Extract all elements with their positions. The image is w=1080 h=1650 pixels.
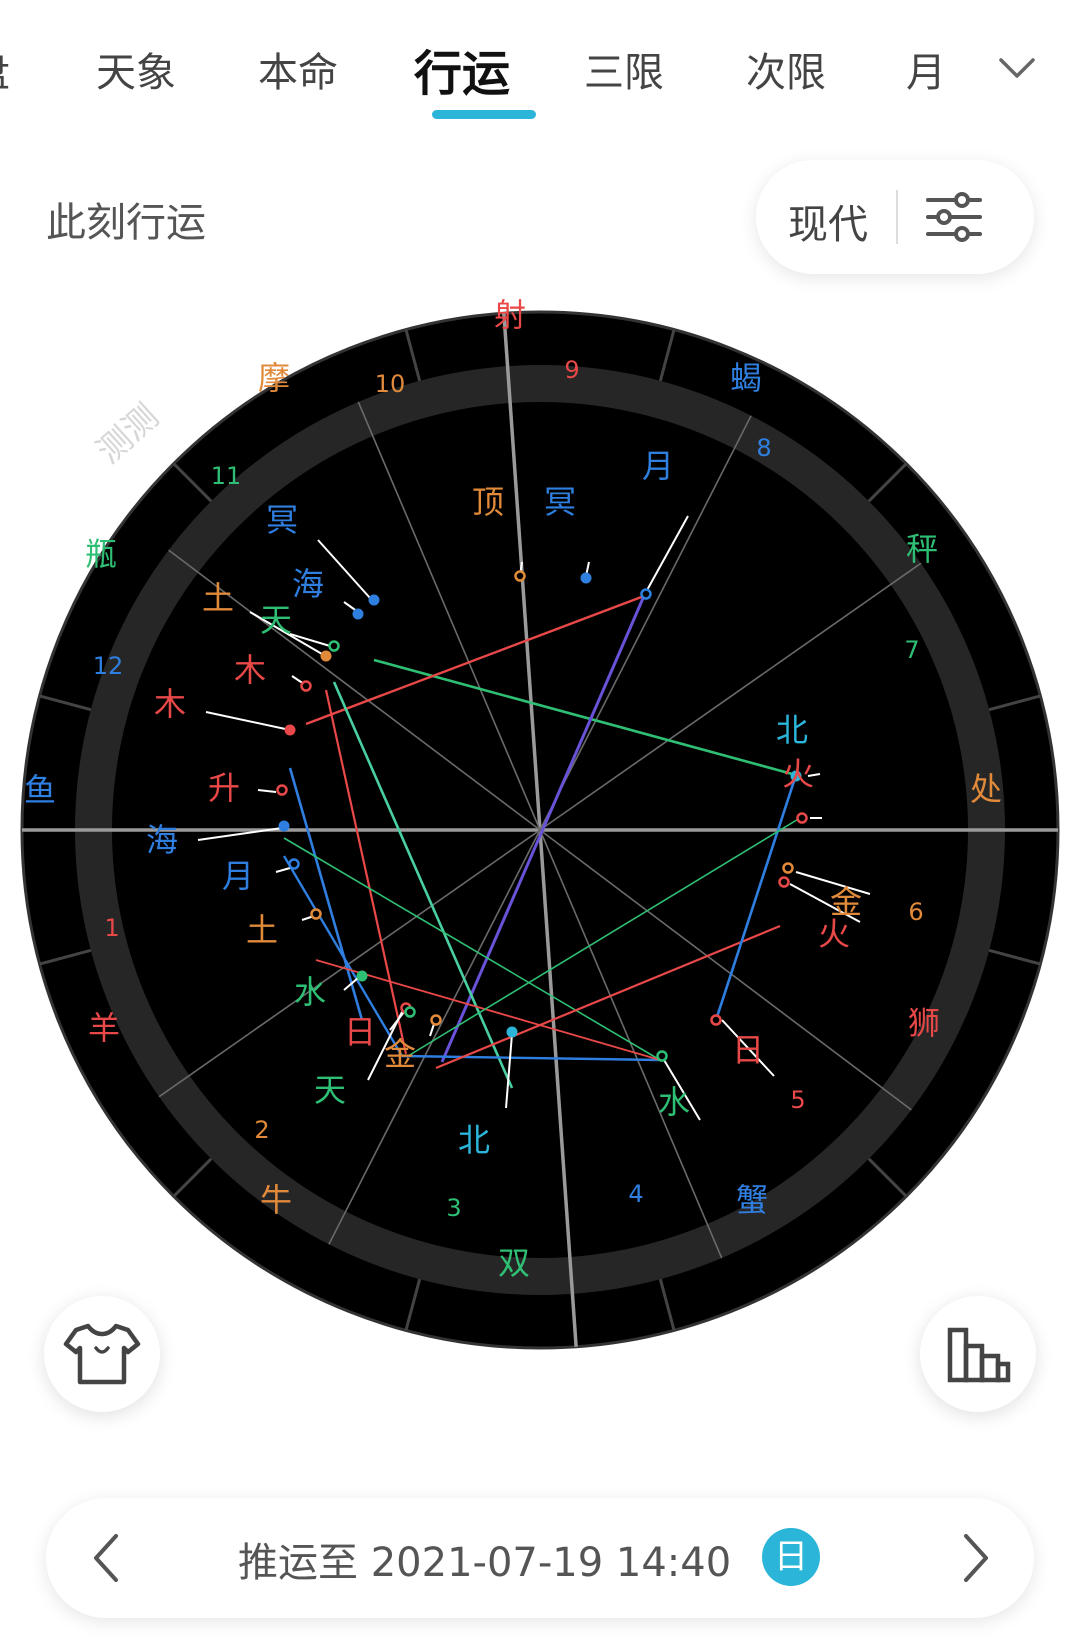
house-number: 8 bbox=[756, 434, 771, 462]
house-number: 12 bbox=[93, 652, 124, 680]
planet-label: 升 bbox=[208, 769, 240, 807]
planet-label: 天 bbox=[260, 601, 292, 639]
house-number: 1 bbox=[104, 914, 119, 942]
house-number: 10 bbox=[375, 370, 406, 398]
planet-label: 北 bbox=[776, 711, 808, 749]
house-number: 11 bbox=[211, 462, 242, 490]
pill-divider bbox=[896, 190, 898, 244]
chart-mode-pill: 现代 bbox=[756, 160, 1034, 274]
tab-cixian[interactable]: 次限 bbox=[746, 40, 826, 98]
chevron-down-icon[interactable] bbox=[997, 56, 1037, 82]
house-number: 4 bbox=[628, 1180, 643, 1208]
sign-label: 狮 bbox=[908, 1004, 940, 1042]
chart-mode-button[interactable]: 现代 bbox=[788, 192, 868, 250]
watermark-text: 测测 bbox=[89, 396, 166, 471]
sliders-icon[interactable] bbox=[924, 190, 984, 244]
tab-benming[interactable]: 本命 bbox=[258, 40, 338, 98]
planet-label: 冥 bbox=[266, 501, 298, 539]
sign-label: 鱼 bbox=[24, 771, 56, 809]
planet-label: 北 bbox=[458, 1121, 490, 1159]
tab-tianxiang[interactable]: 天象 bbox=[96, 40, 176, 98]
theme-button[interactable] bbox=[44, 1296, 160, 1412]
transit-datetime: 2021-07-19 14:40 bbox=[370, 1540, 732, 1586]
planet-label: 火 bbox=[782, 755, 814, 793]
sign-label: 羊 bbox=[88, 1009, 120, 1047]
house-number: 7 bbox=[904, 636, 919, 664]
sign-label: 双 bbox=[498, 1244, 530, 1282]
tshirt-icon bbox=[63, 1323, 141, 1385]
planet-label: 月 bbox=[222, 857, 254, 895]
sign-label: 摩 bbox=[258, 359, 290, 397]
planet-label: 金 bbox=[384, 1035, 416, 1073]
planet-label: 土 bbox=[246, 911, 278, 949]
planet-label: 顶 bbox=[472, 483, 504, 521]
sign-label: 牛 bbox=[260, 1181, 292, 1219]
house-number: 2 bbox=[254, 1116, 269, 1144]
planet-label: 天 bbox=[314, 1071, 346, 1109]
planet-label: 海 bbox=[292, 565, 324, 603]
planet-label: 冥 bbox=[544, 483, 576, 521]
transit-prefix: 推运至 bbox=[238, 1540, 358, 1586]
tab-xingyun[interactable]: 行运 bbox=[414, 34, 510, 104]
tab-pan[interactable]: 盘 bbox=[0, 40, 10, 98]
bar-chart-icon bbox=[947, 1327, 1011, 1383]
planet-label: 月 bbox=[642, 447, 674, 485]
step-unit-badge[interactable]: 日 bbox=[762, 1528, 820, 1586]
sign-label: 处 bbox=[970, 770, 1002, 808]
sign-label: 蝎 bbox=[730, 359, 762, 397]
page-subtitle: 此刻行运 bbox=[46, 200, 206, 246]
planet-label: 海 bbox=[146, 821, 178, 859]
house-number: 5 bbox=[790, 1086, 805, 1114]
planet-label: 日 bbox=[732, 1031, 764, 1069]
transit-date-label[interactable]: 推运至 2021-07-19 14:40 bbox=[238, 1530, 731, 1588]
top-tab-bar: 盘 天象 本命 行运 三限 次限 月 bbox=[0, 0, 1080, 130]
astrology-chart-wheel[interactable]: 测测 射蝎秤处狮蟹双牛羊鱼瓶摩 123 456789101112 顶冥月冥海土天木… bbox=[0, 290, 1080, 1370]
house-number: 9 bbox=[564, 356, 579, 384]
sign-label: 秤 bbox=[906, 530, 938, 568]
stats-button[interactable] bbox=[920, 1296, 1036, 1412]
tab-sanxian[interactable]: 三限 bbox=[584, 40, 664, 98]
planet-label: 水 bbox=[658, 1083, 690, 1121]
planet-label: 木 bbox=[234, 651, 266, 689]
planet-label: 火 bbox=[818, 915, 850, 953]
chevron-left-icon[interactable] bbox=[88, 1528, 124, 1588]
transit-date-bar: 推运至 2021-07-19 14:40 日 bbox=[46, 1498, 1034, 1618]
sign-label: 蟹 bbox=[736, 1181, 768, 1219]
sign-label: 瓶 bbox=[85, 535, 117, 573]
planet-label: 日 bbox=[344, 1013, 376, 1051]
planet-label: 土 bbox=[202, 579, 234, 617]
house-number: 6 bbox=[908, 898, 923, 926]
sign-label: 射 bbox=[494, 296, 526, 334]
active-tab-indicator bbox=[432, 110, 536, 119]
chevron-right-icon[interactable] bbox=[958, 1528, 994, 1588]
planet-label: 水 bbox=[294, 973, 326, 1011]
house-number: 3 bbox=[446, 1194, 461, 1222]
planet-label: 木 bbox=[154, 685, 186, 723]
tab-yue[interactable]: 月 bbox=[906, 40, 948, 98]
